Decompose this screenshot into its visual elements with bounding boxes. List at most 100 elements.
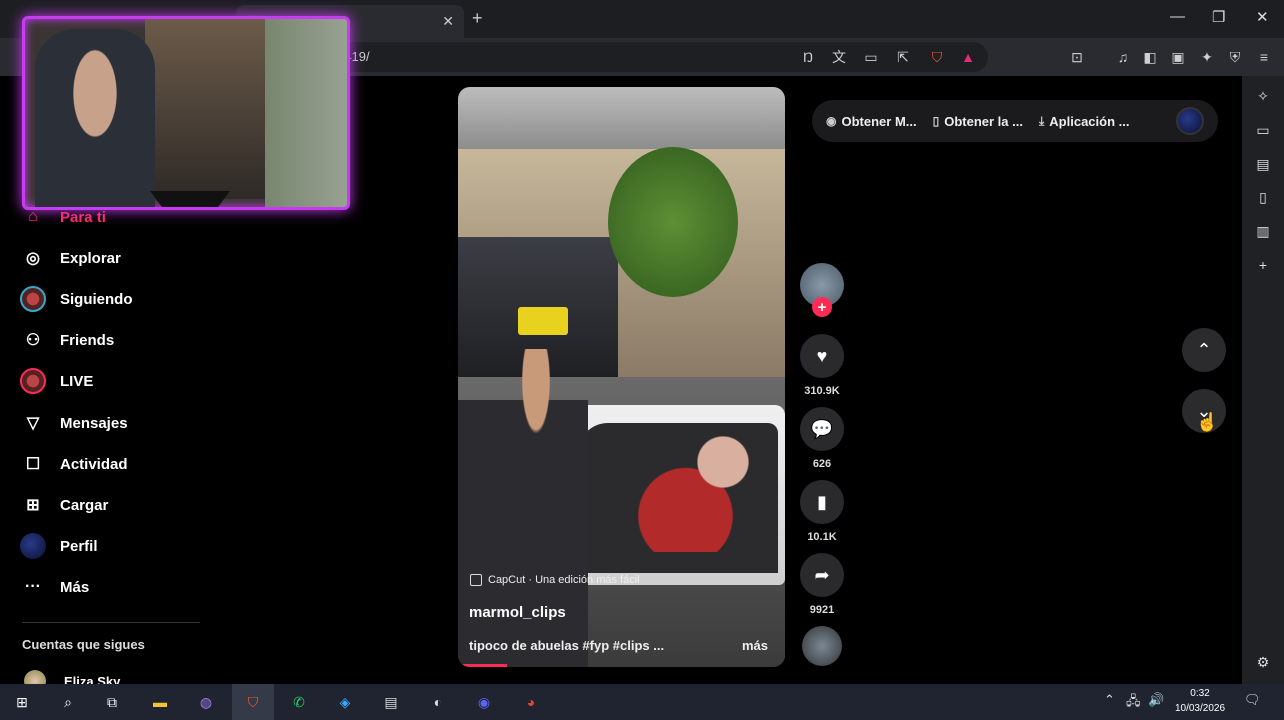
task-view-icon[interactable]: ⧉	[98, 688, 126, 716]
download-app-label: Aplicación ...	[1049, 113, 1130, 129]
get-coins-label: Obtener M...	[841, 113, 917, 129]
phone-icon: ▯	[932, 114, 940, 128]
sidebar-item-explorar[interactable]: ◎ Explorar	[20, 243, 121, 273]
share-icon[interactable]: ⇱	[893, 47, 913, 67]
cast-icon[interactable]: ▭	[861, 47, 881, 67]
obs-window-icon[interactable]: ▤	[377, 688, 405, 716]
followed-accounts-title: Cuentas que sigues	[22, 637, 145, 652]
minimize-button[interactable]: —	[1170, 8, 1185, 25]
search-icon[interactable]: ⌕	[54, 688, 82, 716]
share-button[interactable]: ➦	[800, 553, 844, 597]
sidebar-item-label: Para ti	[60, 208, 106, 226]
caption-more-link[interactable]: más	[742, 638, 768, 653]
brave-browser-icon[interactable]: ⛉	[239, 688, 267, 716]
app-diamond-icon[interactable]: ◈	[331, 688, 359, 716]
music-icon[interactable]: ♫	[1113, 47, 1133, 67]
notifications-icon[interactable]: 🗨	[1244, 692, 1261, 708]
rewards-triangle-icon[interactable]: ▲	[958, 47, 978, 67]
brave-shield-icon[interactable]: ⛉	[927, 47, 947, 67]
menu-icon[interactable]: ≡	[1254, 47, 1274, 67]
sidebar-item-label: LIVE	[60, 372, 94, 390]
video-woman	[618, 432, 768, 552]
hand-cursor-icon: ☝	[1196, 412, 1219, 432]
sidebar-toggle-icon[interactable]: ◧	[1140, 47, 1160, 67]
sidebar-item-label: Mensajes	[60, 414, 128, 432]
chat-app-icon[interactable]: ◍	[192, 688, 220, 716]
profile-avatar	[20, 533, 46, 559]
get-coins-link[interactable]: ◉ Obtener M...	[826, 114, 917, 129]
obs-studio-icon[interactable]: ◐	[424, 688, 452, 716]
sidebar-item-label: Perfil	[60, 537, 98, 555]
add-panel-icon[interactable]: +	[1253, 255, 1273, 275]
close-window-button[interactable]: ✕	[1256, 8, 1269, 26]
sidebar-item-label: Actividad	[60, 455, 128, 473]
translate-icon[interactable]: 文	[829, 47, 849, 67]
settings-gear-icon[interactable]: ⚙	[1253, 652, 1273, 672]
comment-button[interactable]: 💬	[800, 407, 844, 451]
webcam-streamer	[35, 29, 155, 207]
file-explorer-icon[interactable]: ▬	[146, 688, 174, 716]
talk-icon[interactable]: ▭	[1253, 120, 1273, 140]
capcut-text: CapCut · Una edición más fácil	[488, 574, 640, 586]
video-sign	[518, 307, 568, 335]
sidebar-item-friends[interactable]: ⚇ Friends	[20, 325, 114, 355]
share-arrow-icon: ➦	[814, 564, 830, 585]
sidebar-item-label: Friends	[60, 331, 115, 349]
new-tab-button[interactable]: +	[472, 8, 483, 29]
leo-panel-icon[interactable]: ✧	[1253, 86, 1273, 106]
user-avatar[interactable]	[1176, 107, 1204, 135]
wallet-icon[interactable]: ▣	[1168, 47, 1188, 67]
live-avatar	[20, 368, 46, 394]
coin-icon: ◉	[826, 114, 837, 128]
chrome-icon[interactable]: ◕	[517, 688, 545, 716]
leo-ai-icon[interactable]: ✦	[1197, 47, 1217, 67]
get-app-label: Obtener la ...	[944, 113, 1023, 129]
no-media-icon[interactable]: Ŋ	[798, 47, 818, 67]
webcam-overlay	[22, 16, 350, 210]
like-count: 310.9K	[804, 385, 840, 397]
network-icon[interactable]: 🖧	[1126, 692, 1141, 714]
sidebar-item-cargar[interactable]: ⊞ Cargar	[20, 490, 108, 520]
discord-icon[interactable]: ◉	[470, 688, 498, 716]
sidebar-item-siguiendo[interactable]: Siguiendo	[20, 284, 133, 314]
clock[interactable]: 0:32 10/03/2026	[1170, 686, 1230, 716]
chevron-up-icon: ⌃	[1196, 339, 1212, 360]
save-button[interactable]: ▮	[800, 480, 844, 524]
wallet-panel-icon[interactable]: ▤	[1253, 154, 1273, 174]
capcut-icon	[470, 574, 482, 586]
tab-close-icon[interactable]: ✕	[442, 13, 454, 30]
sidebar-item-label: Siguiendo	[60, 290, 133, 308]
music-disc-icon[interactable]	[802, 626, 842, 666]
download-app-link[interactable]: ⤓ Aplicación ...	[1039, 114, 1130, 129]
tray-chevron-icon[interactable]: ⌃	[1104, 692, 1115, 708]
sidebar-item-mas[interactable]: ··· Más	[20, 572, 89, 602]
vpn-shield-icon[interactable]: ⛨	[1225, 47, 1245, 67]
follow-plus-icon[interactable]: +	[812, 297, 832, 317]
get-app-bar: ◉ Obtener M... ▯ Obtener la ... ⤓ Aplicació…	[812, 100, 1218, 142]
webcam-frame-notch	[150, 191, 230, 207]
get-app-link[interactable]: ▯ Obtener la ...	[933, 114, 1023, 129]
reading-list-icon[interactable]: ▥	[1253, 221, 1273, 241]
comment-icon: 💬	[810, 418, 834, 439]
video-author[interactable]: marmol_clips	[469, 604, 566, 621]
bookmark-icon: ▮	[817, 491, 827, 512]
heart-icon: ♥	[816, 345, 828, 366]
compass-icon: ◎	[26, 250, 40, 267]
activity-icon: ☐	[25, 456, 41, 473]
sidebar-item-actividad[interactable]: ☐ Actividad	[20, 449, 128, 479]
maximize-button[interactable]: ❐	[1212, 8, 1225, 26]
sidebar-item-perfil[interactable]: Perfil	[20, 531, 98, 561]
tab-search-icon[interactable]: ⊡	[1067, 47, 1087, 67]
volume-icon[interactable]: 🔊	[1148, 692, 1164, 708]
bookmarks-icon[interactable]: ▯	[1253, 187, 1273, 207]
sidebar-item-mensajes[interactable]: ▽ Mensajes	[20, 408, 128, 438]
like-button[interactable]: ♥	[800, 334, 844, 378]
previous-video-button[interactable]: ⌃	[1182, 328, 1226, 372]
video-progress-bar[interactable]	[458, 664, 508, 667]
whatsapp-icon[interactable]: ✆	[285, 688, 313, 716]
sidebar-item-live[interactable]: LIVE	[20, 366, 93, 396]
save-count: 10.1K	[807, 531, 837, 543]
capcut-watermark[interactable]: CapCut · Una edición más fácil	[470, 570, 640, 590]
windows-start-icon[interactable]: ⊞	[8, 688, 36, 716]
webcam-shelf	[145, 19, 265, 199]
